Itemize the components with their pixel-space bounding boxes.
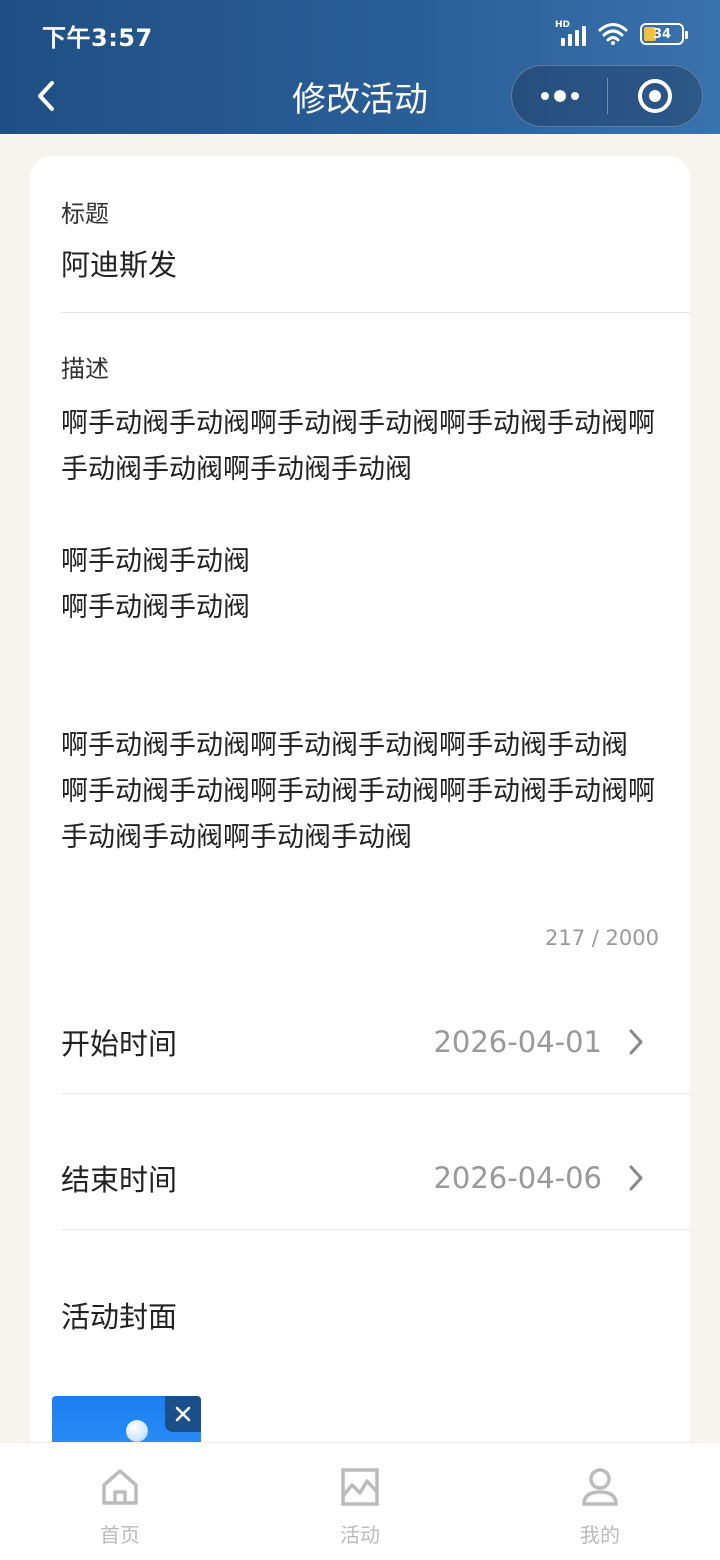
desc-line: 啊手动阀手动阀 [61, 592, 250, 623]
description-label: 描述 [61, 355, 109, 383]
end-date-picker[interactable]: 结束时间 2026-04-06 [61, 1128, 690, 1228]
tab-mine-label: 我的 [580, 1523, 620, 1547]
divider [61, 1093, 690, 1094]
hd-badge: HD [555, 20, 571, 30]
description-textarea[interactable]: 啊手动阀手动阀啊手动阀手动阀啊手动阀手动阀啊手动阀手动阀啊手动阀手动阀 ​ 啊手… [61, 401, 671, 861]
desc-line: ​ [61, 677, 671, 723]
chevron-right-icon [616, 1022, 656, 1062]
remove-cover-button[interactable] [165, 1396, 201, 1432]
tab-home-label: 首页 [100, 1523, 140, 1547]
wifi-icon [598, 23, 628, 45]
start-date-label: 开始时间 [61, 1027, 178, 1061]
desc-line: 啊手动阀手动阀啊手动阀手动阀啊手动阀手动阀 [61, 730, 628, 761]
desc-line: ​ [61, 631, 671, 677]
home-icon [98, 1465, 142, 1509]
divider [61, 1229, 690, 1230]
desc-line: ​ [61, 493, 671, 539]
battery-level: 34 [652, 26, 672, 42]
start-date-value: 2026-04-01 [433, 1025, 602, 1059]
title-input[interactable]: 阿迪斯发 [61, 242, 177, 284]
bottom-tab-bar: 首页 活动 我的 [0, 1442, 720, 1560]
signal-icon: HD [555, 20, 586, 46]
description-char-count: 217 / 2000 [545, 926, 659, 950]
miniapp-capsule [511, 65, 703, 127]
divider [61, 312, 690, 313]
chevron-right-icon [616, 1158, 656, 1198]
target-icon [637, 79, 672, 113]
close-miniapp-button[interactable] [608, 65, 702, 127]
desc-line: 啊手动阀手动阀 [61, 546, 250, 577]
tab-activity-label: 活动 [340, 1523, 380, 1547]
tab-home[interactable]: 首页 [0, 1443, 240, 1560]
app-header: 下午3:57 HD 34 修改活动 [0, 0, 720, 134]
activity-chart-icon [338, 1465, 382, 1509]
status-icons: HD 34 [555, 18, 688, 50]
desc-line: 啊手动阀手动阀啊手动阀手动阀啊手动阀手动阀啊手动阀手动阀啊手动阀手动阀 [61, 776, 655, 853]
end-date-label: 结束时间 [61, 1163, 178, 1197]
tab-activity[interactable]: 活动 [240, 1443, 480, 1560]
status-time: 下午3:57 [42, 24, 153, 52]
close-icon [175, 1406, 191, 1422]
battery-icon: 34 [640, 23, 688, 45]
start-date-picker[interactable]: 开始时间 2026-04-01 [61, 992, 690, 1092]
form-card: 标题 阿迪斯发 描述 啊手动阀手动阀啊手动阀手动阀啊手动阀手动阀啊手动阀手动阀啊… [30, 156, 690, 1486]
tab-mine[interactable]: 我的 [480, 1443, 720, 1560]
cover-label: 活动封面 [61, 1300, 178, 1334]
more-button[interactable] [512, 65, 607, 127]
title-label: 标题 [61, 200, 109, 228]
thumbnail-graphic [126, 1420, 148, 1442]
desc-line: 啊手动阀手动阀啊手动阀手动阀啊手动阀手动阀啊手动阀手动阀啊手动阀手动阀 [61, 408, 655, 485]
end-date-value: 2026-04-06 [433, 1161, 602, 1195]
user-icon [578, 1465, 622, 1509]
